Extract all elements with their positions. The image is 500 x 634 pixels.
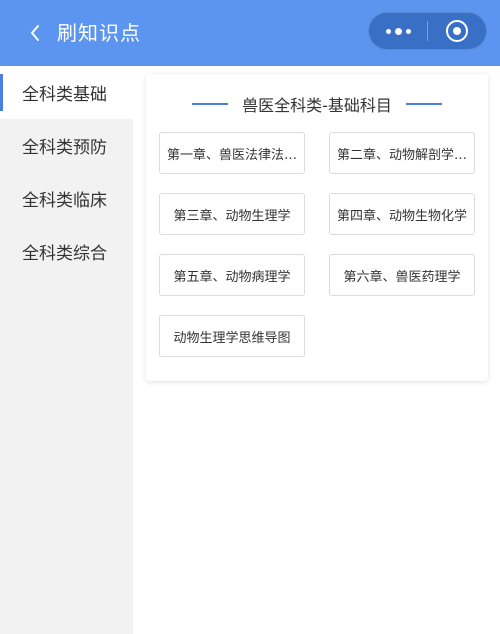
sidebar-item-label: 全科类预防: [22, 138, 107, 158]
sidebar-item-comprehensive[interactable]: 全科类综合: [0, 225, 133, 278]
sidebar-item-label: 全科类基础: [22, 85, 107, 105]
mini-program-capsule: [368, 12, 487, 50]
chapter-label: 第三章、动物生理学: [173, 208, 291, 224]
back-button[interactable]: [22, 19, 48, 47]
chapter-label: 第一章、兽医法律法…: [166, 147, 297, 163]
sidebar-item-basic[interactable]: 全科类基础: [0, 66, 133, 119]
chapter-button-mindmap[interactable]: 动物生理学思维导图: [159, 315, 305, 357]
chapter-button-2[interactable]: 第二章、动物解剖学…: [329, 132, 475, 174]
chapter-label: 第六章、兽医药理学: [343, 269, 461, 285]
chapter-label: 第四章、动物生物化学: [336, 208, 467, 224]
section-title: 兽医全科类-基础科目: [242, 96, 392, 115]
chapter-button-1[interactable]: 第一章、兽医法律法…: [159, 132, 305, 174]
sidebar-item-prevention[interactable]: 全科类预防: [0, 119, 133, 172]
header-line-right: [405, 103, 442, 105]
header-line-left: [192, 103, 229, 105]
more-dots-icon: [385, 27, 411, 35]
chapter-label: 第五章、动物病理学: [173, 269, 291, 285]
chapter-button-5[interactable]: 第五章、动物病理学: [159, 254, 305, 296]
chevron-left-icon: [31, 25, 39, 41]
close-button[interactable]: [428, 13, 486, 49]
chapter-card: 兽医全科类-基础科目 第一章、兽医法律法… 第二章、动物解剖学… 第三章、动物生…: [146, 74, 488, 381]
more-button[interactable]: [369, 13, 427, 49]
section-header: 兽医全科类-基础科目: [146, 92, 488, 116]
page-title: 刷知识点: [57, 21, 141, 45]
chapter-button-4[interactable]: 第四章、动物生物化学: [329, 193, 475, 235]
target-circle-icon: [446, 20, 468, 42]
sidebar-item-label: 全科类综合: [22, 244, 107, 264]
sidebar-item-clinical[interactable]: 全科类临床: [0, 172, 133, 225]
chapter-button-6[interactable]: 第六章、兽医药理学: [329, 254, 475, 296]
chapter-label: 动物生理学思维导图: [173, 330, 291, 346]
main-content: 兽医全科类-基础科目 第一章、兽医法律法… 第二章、动物解剖学… 第三章、动物生…: [133, 66, 500, 634]
sidebar-item-label: 全科类临床: [22, 191, 107, 211]
chapter-button-3[interactable]: 第三章、动物生理学: [159, 193, 305, 235]
chapter-label: 第二章、动物解剖学…: [336, 147, 467, 163]
category-sidebar: 全科类基础 全科类预防 全科类临床 全科类综合: [0, 66, 133, 634]
top-navigation-bar: 刷知识点: [0, 0, 500, 66]
